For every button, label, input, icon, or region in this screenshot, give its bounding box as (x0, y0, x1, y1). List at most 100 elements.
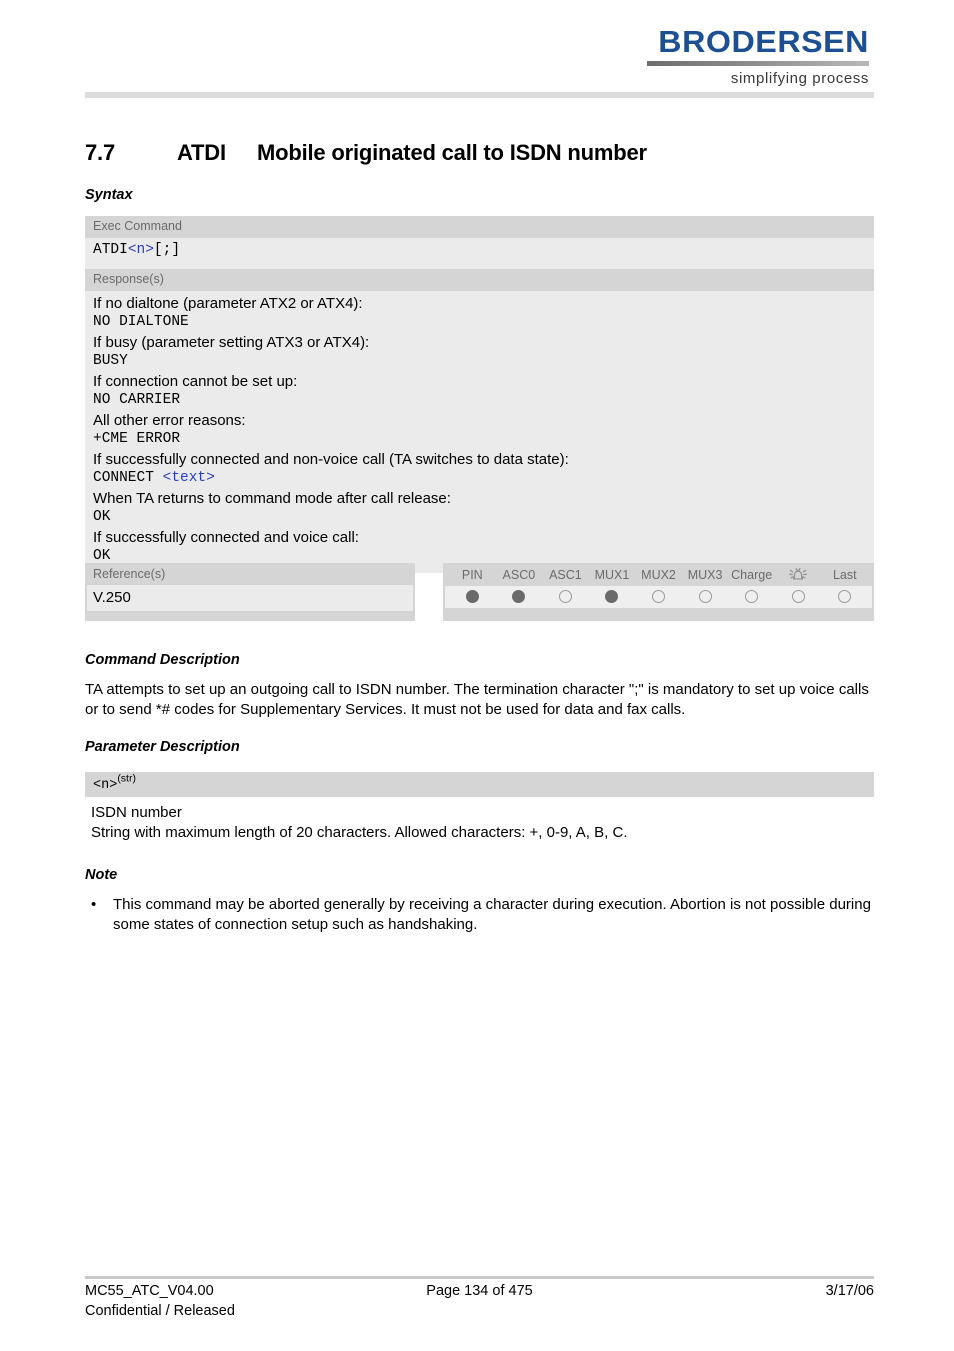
indicator-column-mux3: MUX3 (687, 568, 723, 582)
heading-parameter-description: Parameter Description (85, 739, 240, 755)
footer-divider (85, 1276, 874, 1279)
parameter-description-text: ISDN number String with maximum length of… (91, 803, 871, 842)
reference-label: Reference(s) (93, 567, 166, 581)
response-line: NO CARRIER (93, 391, 866, 411)
reference-value: V.250 (87, 585, 413, 611)
response-line-text: If successfully connected and voice call… (93, 528, 359, 546)
response-line: NO DIALTONE (93, 313, 866, 333)
response-line-text: NO CARRIER (93, 392, 181, 408)
response-line-text: NO DIALTONE (93, 314, 189, 330)
indicator-column-mux1: MUX1 (594, 568, 630, 582)
indicator-cell (728, 590, 775, 603)
indicator-cell (449, 590, 496, 603)
response-line-text: OK (93, 548, 111, 564)
indicator-table: PIN ASC0 ASC1 MUX1 MUX2 MUX3 Charge Last (443, 563, 874, 621)
command-description-line-1: TA attempts to set up an outgoing call t… (85, 681, 835, 698)
footer-page-number: Page 134 of 475 (426, 1283, 533, 1299)
parameter-type: (str) (117, 772, 136, 785)
response-line-text: If no dialtone (parameter ATX2 or ATX4): (93, 294, 363, 312)
response-line: If no dialtone (parameter ATX2 or ATX4): (93, 294, 866, 314)
response-line: BUSY (93, 352, 866, 372)
exec-command-label: Exec Command (85, 216, 874, 238)
syntax-table: Exec Command ATDI<n>[;] Response(s) If n… (85, 216, 874, 573)
response-line: If successfully connected and voice call… (93, 528, 866, 548)
indicator-cell (682, 590, 729, 603)
reference-indicator-strip: Reference(s) V.250 PIN ASC0 ASC1 MUX1 MUX2 MU… (85, 563, 874, 621)
indicator-column-mux2: MUX2 (641, 568, 676, 582)
parameter-name-bar: <n>(str) (85, 772, 874, 797)
indicator-dot-off (558, 590, 572, 603)
response-line-text: If busy (parameter setting ATX3 or ATX4)… (93, 333, 370, 351)
command-description-text: TA attempts to set up an outgoing call t… (85, 680, 874, 719)
page-header: BRODERSEN simplifying process (0, 0, 954, 100)
section-number: 7.7 (85, 140, 115, 165)
indicator-cell (822, 590, 869, 603)
response-line: CONNECT <text> (93, 469, 866, 489)
alarm-bell-icon (789, 568, 808, 580)
section-title-text: Mobile originated call to ISDN number (257, 140, 647, 165)
response-line: +CME ERROR (93, 430, 866, 450)
indicator-dot-off (791, 590, 805, 603)
response-line: If busy (parameter setting ATX3 or ATX4)… (93, 333, 866, 353)
response-line-text: When TA returns to command mode after ca… (93, 489, 451, 507)
logo-wordmark: BRODERSEN (658, 24, 869, 59)
indicator-dot-off (698, 590, 712, 603)
footer-date: 3/17/06 (825, 1283, 874, 1299)
indicator-column-pin: PIN (461, 568, 483, 582)
response-line-text: BUSY (93, 353, 128, 369)
heading-note: Note (85, 867, 118, 883)
note-line-1: This command may be aborted generally by… (113, 896, 826, 913)
indicator-header-row: PIN ASC0 ASC1 MUX1 MUX2 MUX3 Charge Last (443, 563, 874, 584)
responses-value: If no dialtone (parameter ATX2 or ATX4):… (85, 290, 874, 573)
response-line: All other error reasons: (93, 411, 866, 431)
responses-label: Response(s) (85, 268, 874, 291)
response-line-text: If connection cannot be set up: (93, 372, 298, 390)
document-page: BRODERSEN simplifying process 7.7 ATDI Mob… (0, 0, 954, 1351)
response-line-param: <text> (162, 470, 215, 486)
logo-tagline: simplifying process (730, 70, 869, 87)
heading-syntax: Syntax (85, 187, 133, 203)
indicator-dot-off (838, 590, 852, 603)
response-line: If connection cannot be set up: (93, 372, 866, 392)
response-line-text: CONNECT (93, 470, 163, 486)
exec-command-syntax: ATDI<n>[;] (93, 241, 866, 261)
indicator-cell (635, 590, 682, 603)
response-line-text: OK (93, 509, 111, 525)
note-list-item: • This command may be aborted generally b… (85, 895, 874, 934)
response-line: When TA returns to command mode after ca… (93, 489, 866, 509)
logo-gradient-bar (647, 61, 869, 66)
parameter-name: <n> (93, 778, 118, 793)
indicator-column-charge: Charge (731, 568, 773, 582)
indicator-cell (542, 590, 589, 603)
parameter-line-1: ISDN number (91, 804, 182, 821)
response-line-text: If successfully connected and non-voice … (93, 450, 569, 468)
footer-classification: Confidential / Released (85, 1303, 235, 1319)
parameter-line-2: String with maximum length of 20 charact… (91, 823, 628, 841)
exec-prefix: ATDI (93, 242, 128, 258)
alarm-bell-icon (775, 566, 822, 584)
brodersen-logo: BRODERSEN simplifying process (647, 26, 869, 87)
exec-suffix: [;] (153, 242, 181, 258)
response-line-text: All other error reasons: (93, 411, 246, 429)
indicator-dot-off (652, 590, 666, 603)
page-footer: MC55_ATC_V04.00 Page 134 of 475 3/17/06 … (85, 1282, 874, 1319)
indicator-dot-on (512, 590, 526, 603)
indicator-dot-row (445, 586, 872, 608)
exec-command-value: ATDI<n>[;] (85, 238, 874, 269)
page-title: 7.7 ATDI Mobile originated call to ISDN nu… (85, 140, 647, 166)
indicator-cell (496, 590, 543, 603)
indicator-column-last: Last (832, 568, 857, 582)
footer-top-row: MC55_ATC_V04.00 Page 134 of 475 3/17/06 (85, 1282, 874, 1302)
heading-command-description: Command Description (85, 652, 240, 668)
note-list: • This command may be aborted generally b… (85, 895, 874, 934)
note-bullet-icon: • (91, 896, 97, 913)
response-line: If successfully connected and non-voice … (93, 450, 866, 470)
indicator-dot-off (745, 590, 759, 603)
indicator-dot-on (465, 590, 479, 603)
indicator-column-asc1: ASC1 (549, 568, 582, 582)
section-command: ATDI (177, 140, 226, 165)
response-line-text: +CME ERROR (93, 431, 181, 447)
exec-param: <n> (127, 242, 154, 258)
indicator-dot-on (605, 590, 619, 603)
reference-box: Reference(s) V.250 (85, 563, 415, 621)
